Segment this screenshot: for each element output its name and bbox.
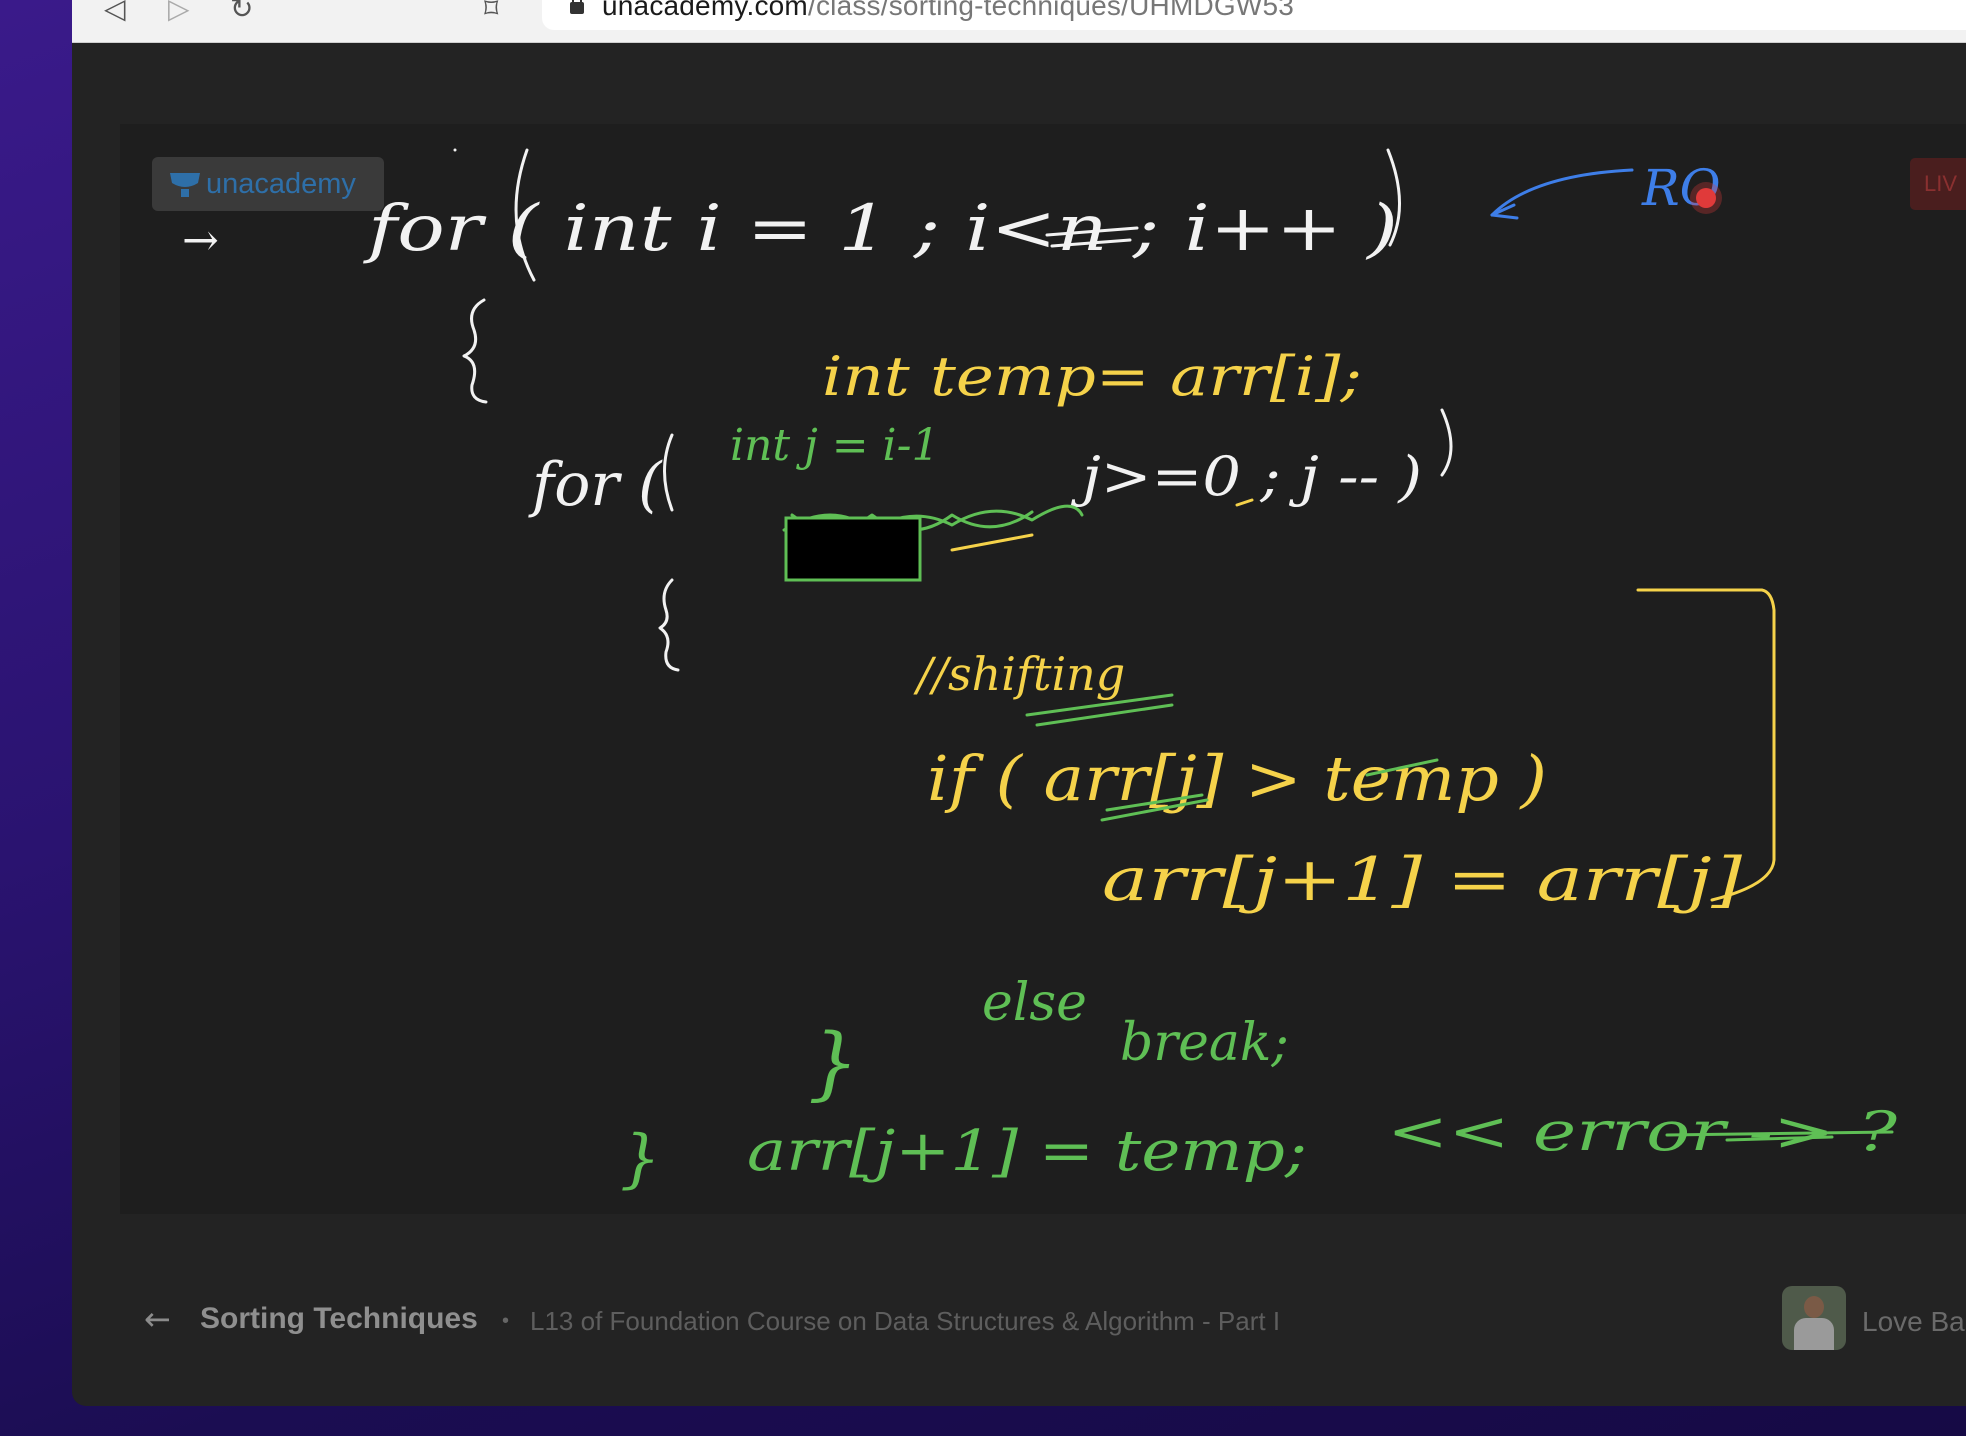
inner-for-cond-text: j>=0 ; j -- ) — [1071, 445, 1422, 508]
handwriting-layer: → for ( int i = 1 ; i<n ; i++ ) for ( j>… — [182, 148, 1898, 1196]
blue-arrow-stroke — [1490, 168, 1634, 220]
if-line-text: if ( arr[j] > temp ) — [927, 742, 1547, 815]
course-subtitle[interactable]: L13 of Foundation Course on Data Structu… — [530, 1306, 1280, 1337]
else-text: else — [982, 973, 1087, 1033]
assign-line-text: arr[j+1] = arr[j] — [1102, 845, 1743, 915]
inner-close-brace: } — [808, 1016, 859, 1109]
temp-decl-text: int temp= arr[i]; — [822, 345, 1362, 408]
comment-shift-text: //shifting — [913, 647, 1125, 701]
final-assign-text: arr[j+1] = temp; — [747, 1119, 1307, 1184]
separator-dot: • — [502, 1310, 510, 1332]
outer-close-brace: } — [620, 1122, 661, 1196]
back-arrow-icon[interactable]: ← — [144, 1300, 171, 1338]
class-info-bar: ← Sorting Techniques • L13 of Foundation… — [72, 1280, 1966, 1360]
browser-window: ◁ ▷ ↻ ⌑ unacademy.com/class/sorting-tech… — [72, 0, 1966, 1406]
class-title: Sorting Techniques — [200, 1302, 478, 1335]
outer-for-text: for ( int i = 1 ; i<n ; i++ ) — [363, 192, 1398, 266]
green-init-text: int j = i-1 — [730, 420, 940, 471]
break-text: break; — [1120, 1013, 1289, 1073]
green-scribble-strokes — [782, 504, 1894, 1142]
error-note-text: << error -> ? — [1387, 1100, 1898, 1163]
instructor-name[interactable]: Love Ba — [1862, 1306, 1965, 1338]
instructor-avatar[interactable] — [1782, 1286, 1846, 1350]
arrow-marker-text: → — [182, 215, 219, 266]
inner-for-start-text: for ( — [528, 450, 663, 520]
